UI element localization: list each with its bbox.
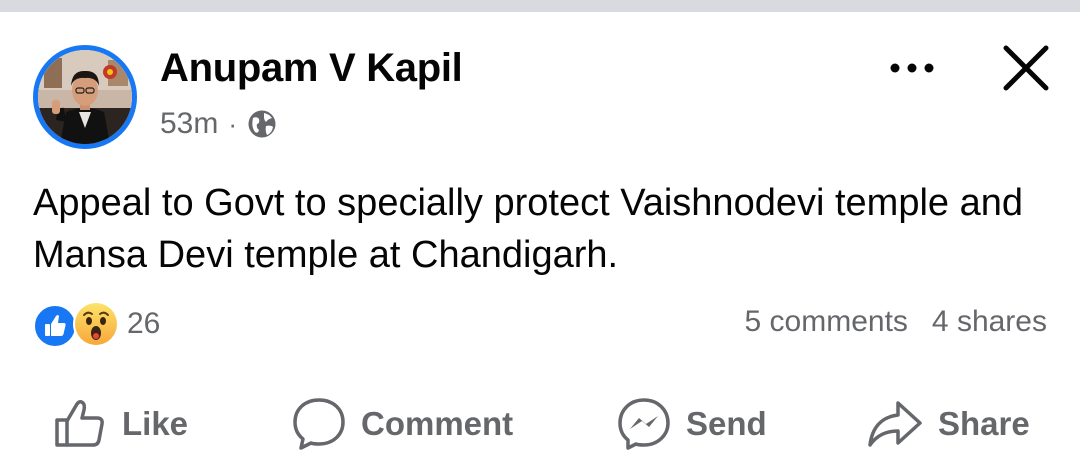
share-arrow-icon: [868, 401, 922, 447]
comments-count[interactable]: 5 comments: [745, 305, 908, 339]
like-icon: [33, 304, 77, 348]
like-button[interactable]: Like: [52, 393, 188, 455]
reaction-count: 26: [127, 307, 161, 340]
comment-bubble-icon: [293, 398, 345, 450]
share-label: Share: [938, 405, 1030, 442]
send-button[interactable]: Send: [616, 393, 767, 455]
engagement-counts: 5 comments 4 shares: [745, 305, 1047, 339]
action-bar: Like Comment Send Share: [0, 393, 1080, 455]
post-meta: 53m ·: [160, 104, 277, 144]
comment-label: Comment: [361, 405, 514, 442]
more-dots-icon: [890, 63, 934, 73]
comment-button[interactable]: Comment: [291, 393, 513, 455]
share-button[interactable]: Share: [866, 393, 1030, 455]
close-icon: [1003, 45, 1049, 91]
more-options-button[interactable]: [882, 55, 942, 85]
globe-icon: [248, 110, 276, 138]
author-name[interactable]: Anupam V Kapil: [160, 46, 463, 91]
messenger-icon: [618, 398, 670, 450]
meta-separator: ·: [228, 108, 238, 139]
close-button[interactable]: [1000, 44, 1052, 92]
send-label: Send: [686, 405, 767, 442]
avatar[interactable]: [33, 45, 137, 149]
thumbs-up-icon: [55, 399, 104, 447]
reactions-summary[interactable]: 26: [33, 301, 161, 348]
post-text: Appeal to Govt to specially protect Vais…: [33, 182, 1023, 276]
like-label: Like: [122, 405, 189, 442]
shares-count[interactable]: 4 shares: [932, 305, 1047, 339]
reaction-icons: [33, 301, 119, 348]
top-divider: [0, 0, 1080, 12]
wow-icon: [73, 301, 119, 347]
post-time[interactable]: 53m: [160, 107, 218, 141]
author-photo: [38, 50, 132, 144]
